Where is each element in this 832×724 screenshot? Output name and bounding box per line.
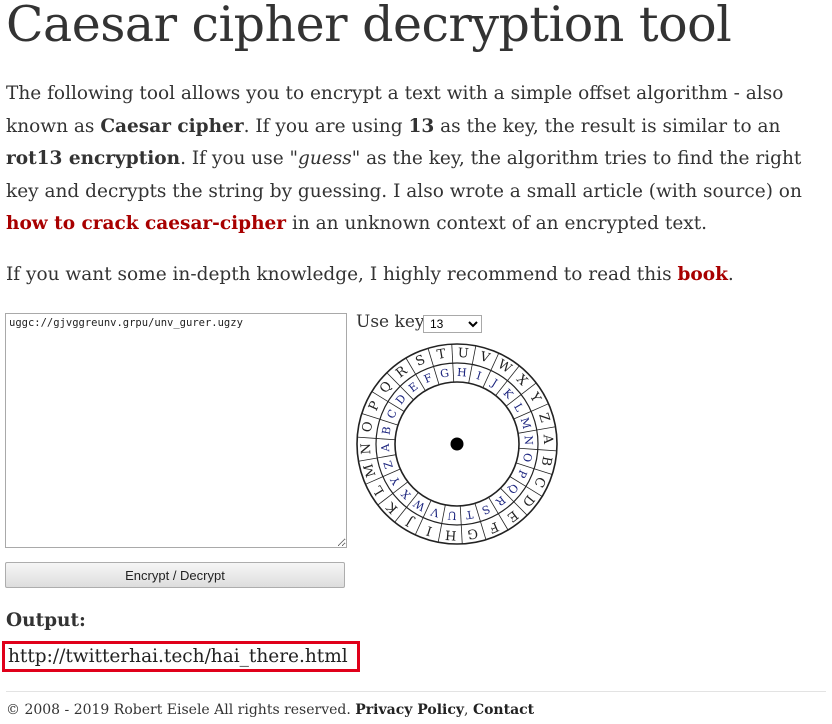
intro-text: . If you are using	[243, 115, 409, 137]
footer-separator: ,	[464, 702, 473, 718]
output-label: Output:	[6, 610, 86, 631]
wheel-outer-letter-u: U	[457, 346, 469, 362]
book-text-end: .	[727, 264, 734, 285]
wheel-inner-letter-u: U	[447, 509, 457, 523]
cipher-wheel: ABCDEFGHIJKLMNOPQRS T U V WXYZ NOPQRSTUVWXYZ…	[356, 343, 558, 545]
crack-caesar-link[interactable]: how to crack caesar-cipher	[6, 213, 286, 234]
contact-link[interactable]: Contact	[473, 702, 534, 718]
copyright-text: © 2008 - 2019 Robert Eisele All rights r…	[6, 702, 356, 718]
book-text: If you want some in-depth knowledge, I h…	[6, 264, 678, 285]
intro-bold-caesar: Caesar cipher	[100, 115, 244, 137]
intro-text: in an unknown context of an encrypted te…	[286, 213, 708, 234]
key-label: Use key:	[356, 312, 431, 332]
cipher-input-textarea[interactable]: uggc://gjvggreunv.grpu/unv_gurer.ugzy	[5, 313, 347, 548]
wheel-inner-letter-h: H	[457, 366, 467, 380]
intro-bold-rot13: rot13 encryption	[6, 148, 181, 169]
output-value: http://twitterhai.tech/hai_there.html	[2, 641, 360, 672]
encrypt-decrypt-button[interactable]: Encrypt / Decrypt	[5, 562, 345, 588]
wheel-inner-letter-n: N	[522, 435, 536, 446]
footer-divider	[6, 691, 826, 692]
intro-paragraph: The following tool allows you to encrypt…	[6, 78, 826, 241]
wheel-outer-letter-h: H	[445, 526, 457, 542]
privacy-policy-link[interactable]: Privacy Policy	[355, 702, 464, 718]
footer: © 2008 - 2019 Robert Eisele All rights r…	[6, 702, 534, 718]
wheel-outer-letter-n: N	[359, 443, 375, 455]
wheel-center-dot	[450, 437, 464, 451]
intro-italic-guess: "guess"	[289, 148, 361, 169]
intro-bold-13: 13	[408, 115, 435, 137]
key-select[interactable]: 13	[423, 315, 482, 333]
intro-text: . If you use	[180, 148, 290, 169]
wheel-outer-letter-a: A	[540, 433, 556, 445]
page-title: Caesar cipher decryption tool	[6, 0, 732, 53]
intro-text: as the key, the result is similar to an	[434, 115, 781, 137]
book-link[interactable]: book	[677, 264, 727, 285]
book-paragraph: If you want some in-depth knowledge, I h…	[6, 259, 826, 292]
